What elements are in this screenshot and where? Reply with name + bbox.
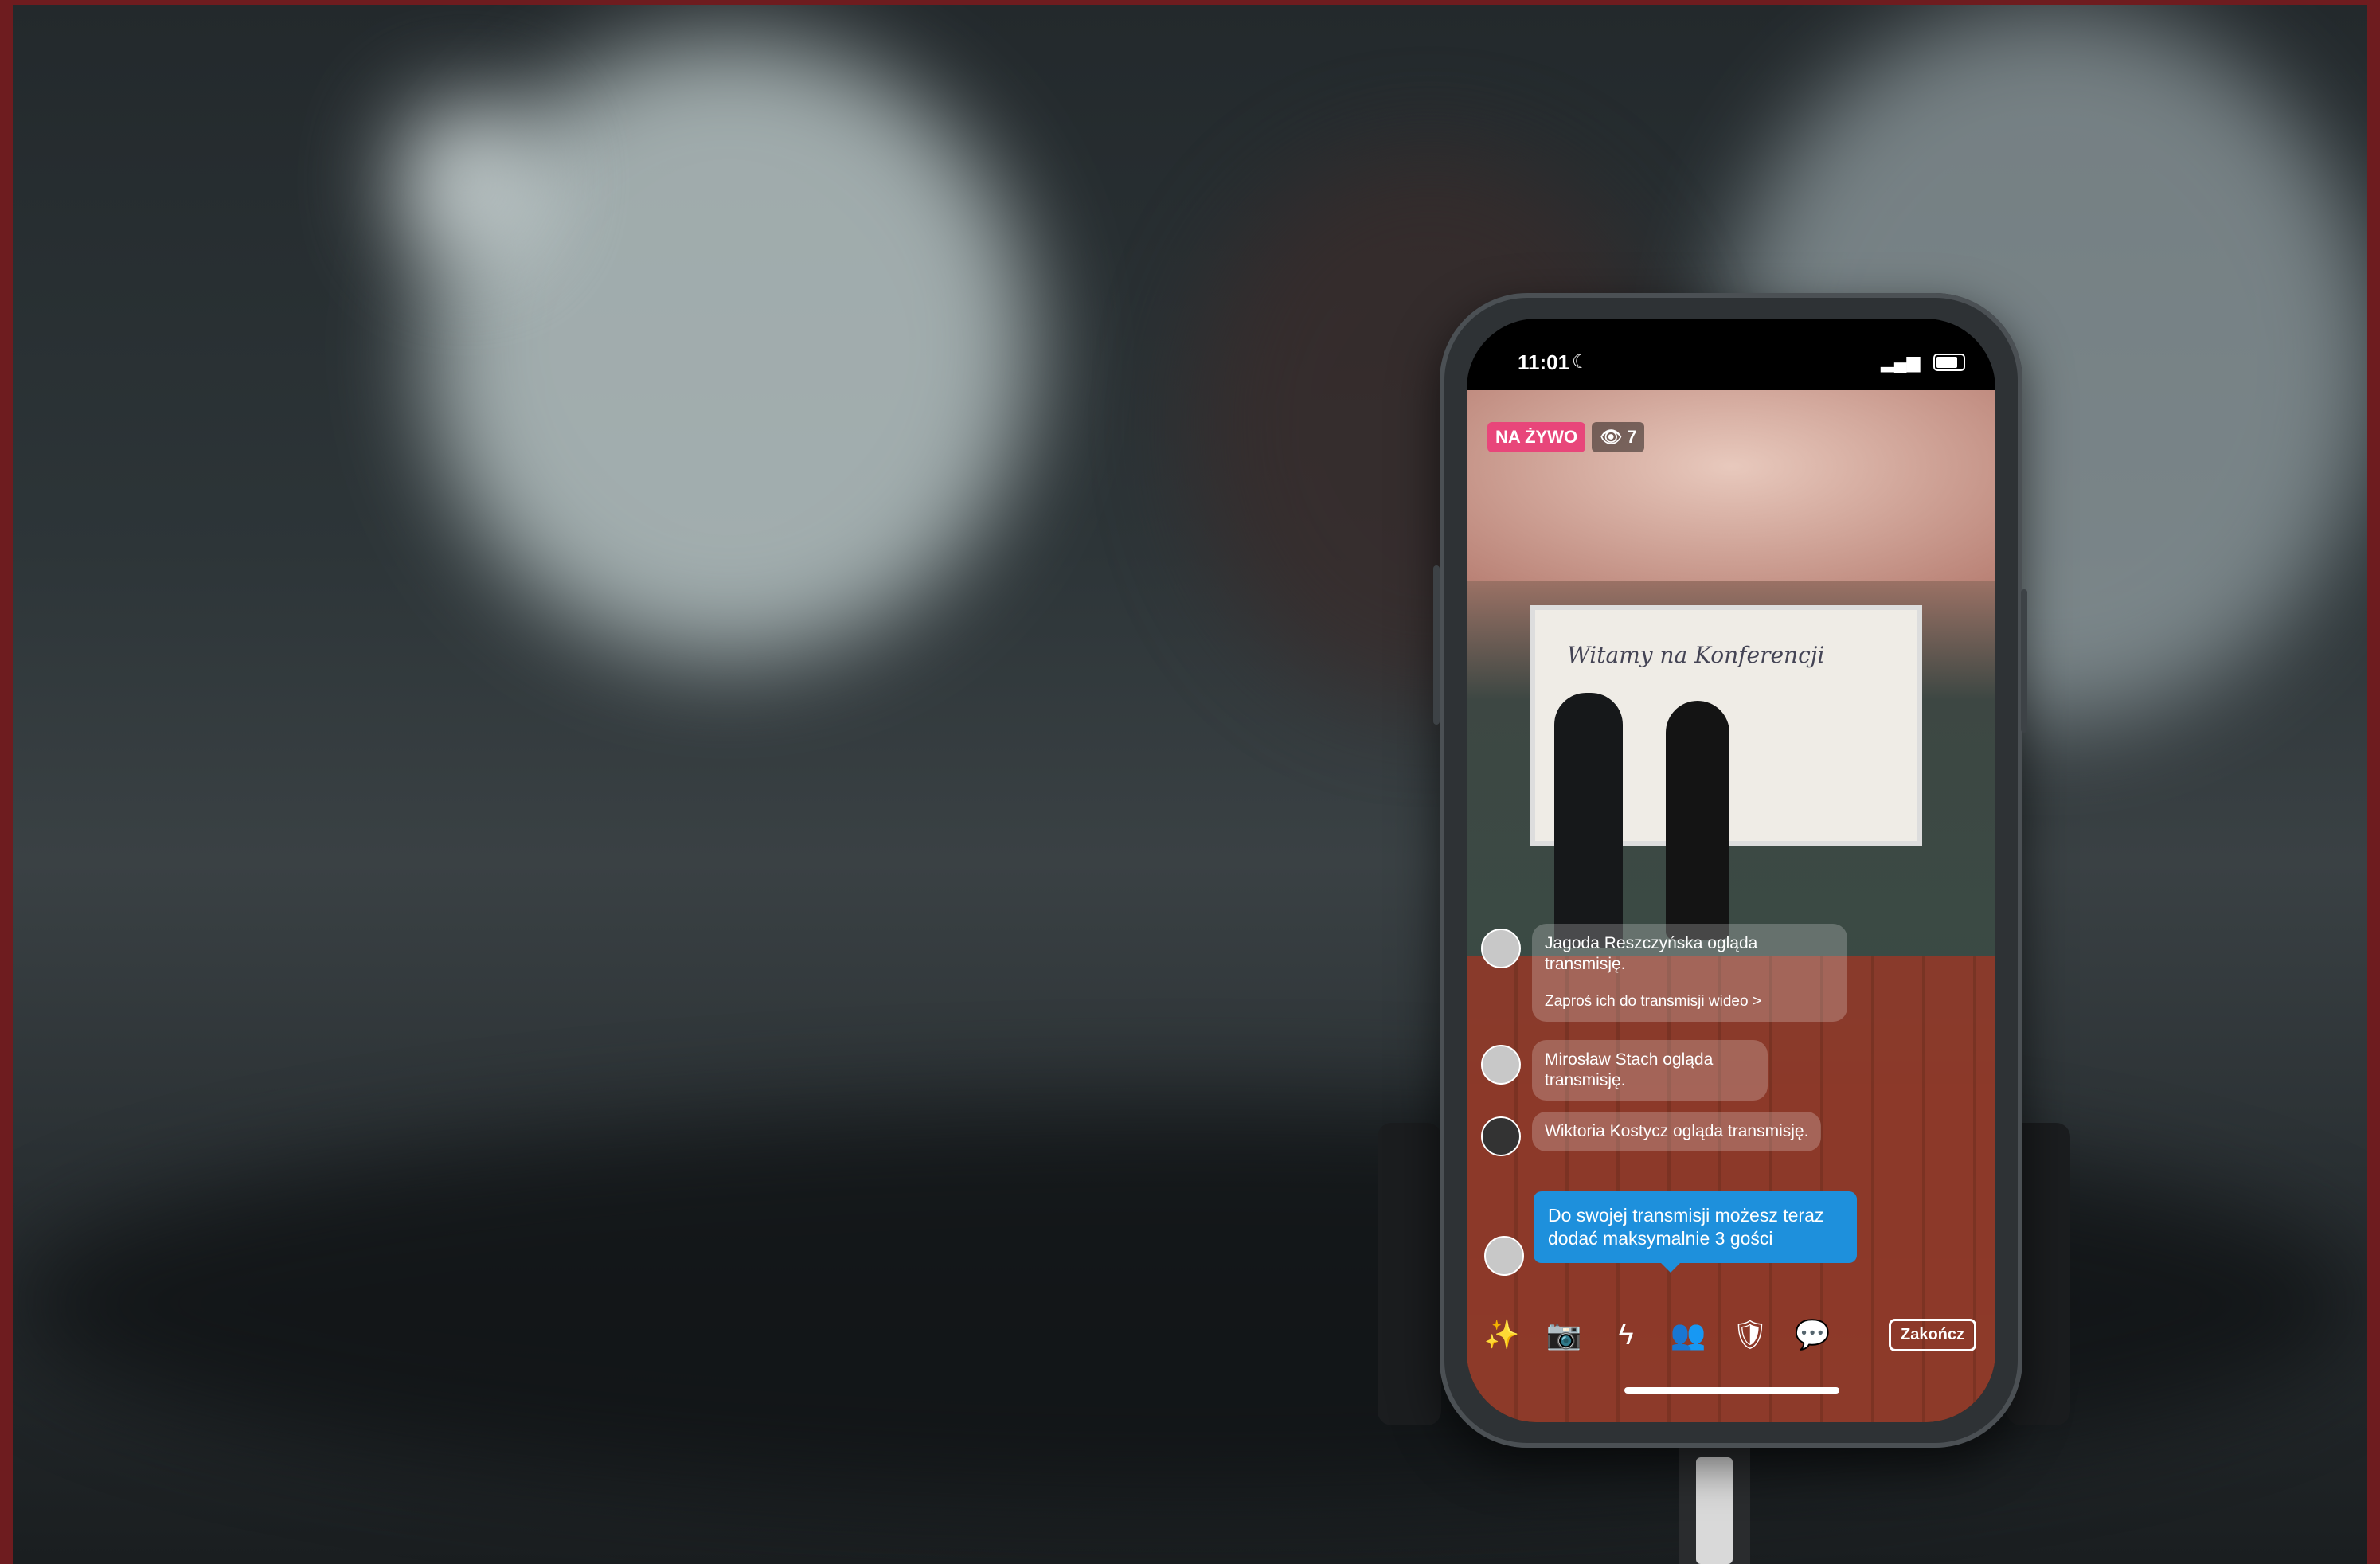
- avatar[interactable]: [1481, 1116, 1521, 1156]
- comment-item: Mirosław Stach ogląda transmisję.: [1481, 1040, 1768, 1101]
- moon-icon: ☾: [1572, 351, 1589, 373]
- shield-icon[interactable]: 🛡: [1729, 1314, 1771, 1355]
- comment-bubble: Mirosław Stach ogląda transmisję.: [1532, 1040, 1768, 1101]
- status-bar: 11:01 ☾ ▂▄▆: [1467, 319, 1995, 390]
- home-indicator[interactable]: [1624, 1387, 1839, 1394]
- status-time: 11:01: [1518, 350, 1570, 374]
- phone-volume-button: [1433, 565, 1440, 725]
- invite-link[interactable]: Zaproś ich do transmisji wideo >: [1545, 983, 1835, 1012]
- charging-cable: [1696, 1457, 1733, 1564]
- ceiling: [1467, 390, 1995, 581]
- live-video-feed: Witamy na Konferencji: [1467, 390, 1995, 1422]
- presenter-woman: [1666, 701, 1729, 940]
- comment-bubble: Jagoda Reszczyńska ogląda transmisję. Za…: [1532, 924, 1847, 1022]
- avatar[interactable]: [1481, 929, 1521, 968]
- comment-text: Mirosław Stach ogląda transmisję.: [1545, 1050, 1714, 1089]
- battery-icon: [1933, 354, 1965, 371]
- comment-item: Jagoda Reszczyńska ogląda transmisję. Za…: [1481, 924, 1847, 1022]
- signal-icon: ▂▄▆: [1881, 352, 1921, 372]
- phone-screen: 11:01 ☾ ▂▄▆ Witamy na Konferencji NA ŻYW…: [1467, 319, 1995, 1422]
- phone-power-button: [2021, 589, 2027, 733]
- live-label: NA ŻYWO: [1487, 422, 1586, 452]
- comment-bubble: Wiktoria Kostycz ogląda transmisję.: [1532, 1112, 1822, 1151]
- end-live-button[interactable]: Zakończ: [1889, 1318, 1977, 1351]
- guest-limit-notice[interactable]: Do swojej transmisji możesz teraz dodać …: [1534, 1191, 1857, 1273]
- blurred-light-small: [395, 100, 538, 260]
- flash-icon[interactable]: ϟ: [1605, 1314, 1647, 1355]
- camera-flip-icon[interactable]: 📷: [1543, 1314, 1585, 1355]
- avatar[interactable]: [1484, 1236, 1524, 1276]
- camera-notch: [1643, 319, 1819, 352]
- phone-mount-left: [1378, 1123, 1441, 1425]
- comment-text: Jagoda Reszczyńska ogląda transmisję.: [1545, 934, 1758, 973]
- effects-icon[interactable]: ✨: [1481, 1314, 1522, 1355]
- viewer-count[interactable]: 👁 7: [1592, 422, 1645, 452]
- add-guest-icon[interactable]: 👥: [1667, 1314, 1709, 1355]
- live-toolbar: ✨ 📷 ϟ 👥 🛡 💬 Zakończ: [1467, 1303, 1995, 1367]
- comment-icon[interactable]: 💬: [1792, 1314, 1833, 1355]
- comment-item: Wiktoria Kostycz ogląda transmisję.: [1481, 1112, 1847, 1156]
- projector-title: Witamy na Konferencji: [1567, 642, 1825, 668]
- viewer-count-value: 7: [1627, 427, 1637, 447]
- comment-text: Wiktoria Kostycz ogląda transmisję.: [1545, 1122, 1809, 1140]
- live-indicator: NA ŻYWO 👁 7: [1487, 422, 1645, 452]
- presenter-man: [1554, 693, 1623, 948]
- avatar[interactable]: [1481, 1045, 1521, 1085]
